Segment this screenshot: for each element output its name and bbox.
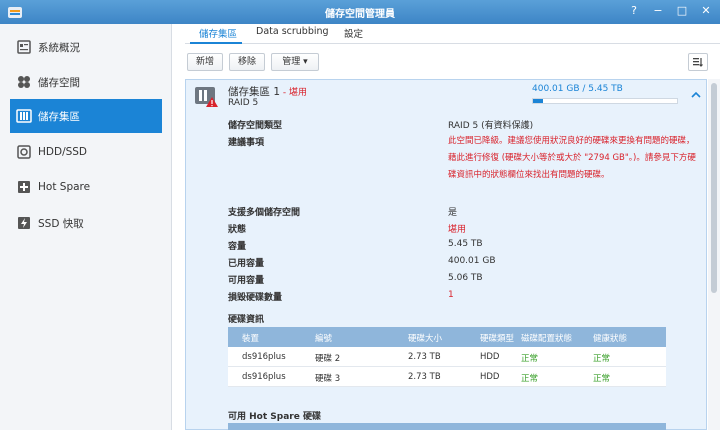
field-value-multi-volume: 是 xyxy=(448,208,458,218)
vertical-scrollbar[interactable] xyxy=(708,79,720,430)
cell-disk-type: HDD xyxy=(480,352,500,362)
column-header-disk-number[interactable]: 編號 xyxy=(315,332,332,344)
cell-disk-number: 硬碟 2 xyxy=(315,354,341,364)
storage-pool-warning-icon xyxy=(195,87,218,107)
ssd-cache-icon xyxy=(18,217,30,229)
column-header-device[interactable]: 裝置 xyxy=(242,332,259,344)
cell-device: ds916plus xyxy=(242,352,286,362)
create-button[interactable]: 新增 xyxy=(187,53,223,71)
field-label-crashed-disks: 損毀硬碟數量 xyxy=(228,293,283,303)
field-label-available-capacity: 可用容量 xyxy=(228,276,265,286)
cell-disk-size: 2.73 TB xyxy=(408,352,441,362)
storage-pool-status-separator: - xyxy=(280,88,290,98)
field-label-recommendation: 建議事項 xyxy=(228,138,265,148)
collapse-chevron-icon[interactable] xyxy=(691,90,701,100)
field-value-status: 堪用 xyxy=(448,225,467,235)
tab-data-scrubbing[interactable]: Data scrubbing xyxy=(256,26,329,37)
remove-button[interactable]: 移除 xyxy=(229,53,265,71)
cell-device: ds916plus xyxy=(242,372,286,382)
cell-disk-size: 2.73 TB xyxy=(408,372,441,382)
hot-spare-section-title: 可用 Hot Spare 硬碟 xyxy=(228,412,321,422)
field-label-volume-type: 儲存空間類型 xyxy=(228,121,283,131)
tab-settings[interactable]: 設定 xyxy=(344,26,363,40)
storage-pool-status: 堪用 xyxy=(289,88,308,98)
cell-allocation-status: 正常 xyxy=(521,354,539,364)
active-tab-indicator xyxy=(190,42,242,44)
column-header-disk-type[interactable]: 硬碟類型 xyxy=(480,332,514,344)
table-row[interactable]: ds916plus 硬碟 3 2.73 TB HDD 正常 正常 xyxy=(228,367,666,387)
maximize-button[interactable]: □ xyxy=(674,3,690,19)
window-title: 儲存空間管理員 xyxy=(325,9,395,20)
minimize-button[interactable]: − xyxy=(650,3,666,19)
field-label-multi-volume: 支援多個儲存空間 xyxy=(228,208,301,218)
hot-spare-icon xyxy=(18,181,30,193)
list-sort-icon xyxy=(693,58,703,67)
sidebar-item-label: 儲存空間 xyxy=(38,76,80,89)
field-value-used-capacity: 400.01 GB xyxy=(448,256,496,266)
cell-allocation-status: 正常 xyxy=(521,374,539,384)
storage-pool-name: 儲存集區 1 xyxy=(228,86,281,98)
manage-dropdown-button[interactable]: 管理 ▾ xyxy=(271,53,319,71)
tab-bar: 儲存集區 Data scrubbing 設定 xyxy=(185,24,720,44)
sidebar-item-hot-spare[interactable]: Hot Spare xyxy=(10,170,162,204)
tab-storage-pool[interactable]: 儲存集區 xyxy=(199,26,237,40)
overview-icon xyxy=(17,40,31,54)
storage-pool-title: 儲存集區 1 - 堪用 xyxy=(228,84,307,99)
sidebar-item-label: HDD/SSD xyxy=(38,146,88,158)
field-label-status: 狀態 xyxy=(228,225,247,235)
column-header-disk-size[interactable]: 硬碟大小 xyxy=(408,332,442,344)
volume-icon xyxy=(18,76,30,88)
sidebar-item-label: 儲存集區 xyxy=(38,110,80,123)
disk-info-title: 硬碟資訊 xyxy=(228,315,265,325)
storage-pool-raid-type: RAID 5 xyxy=(228,98,259,108)
cell-health-status: 正常 xyxy=(593,374,611,384)
column-header-allocation-status[interactable]: 磁碟配置狀態 xyxy=(521,332,572,344)
close-button[interactable]: ✕ xyxy=(698,3,714,19)
hdd-icon xyxy=(17,145,31,159)
sidebar-item-overview[interactable]: 系統概況 xyxy=(10,30,162,64)
field-value-crashed-disks: 1 xyxy=(448,290,454,300)
cell-disk-type: HDD xyxy=(480,372,500,382)
sidebar-item-storage-pool[interactable]: 儲存集區 xyxy=(10,99,162,133)
sidebar-item-label: 系統概況 xyxy=(38,41,80,54)
table-row[interactable]: ds916plus 硬碟 2 2.73 TB HDD 正常 正常 xyxy=(228,347,666,367)
sidebar-item-hdd-ssd[interactable]: HDD/SSD xyxy=(10,135,162,169)
help-button[interactable]: ? xyxy=(626,3,642,19)
field-value-volume-type: RAID 5 (有資料保護) xyxy=(448,121,534,131)
capacity-text: 400.01 GB / 5.45 TB xyxy=(532,84,623,94)
sidebar-item-volume[interactable]: 儲存空間 xyxy=(10,65,162,99)
column-header-health-status[interactable]: 健康狀態 xyxy=(593,332,627,344)
cell-disk-number: 硬碟 3 xyxy=(315,374,341,384)
field-label-used-capacity: 已用容量 xyxy=(228,259,265,269)
hot-spare-table-header xyxy=(228,423,666,430)
list-view-button[interactable] xyxy=(688,53,708,71)
storage-pool-icon xyxy=(16,109,32,123)
cell-health-status: 正常 xyxy=(593,354,611,364)
sidebar-item-label: Hot Spare xyxy=(38,181,91,193)
sidebar-item-ssd-cache[interactable]: SSD 快取 xyxy=(10,206,162,240)
sidebar: 系統概況 儲存空間 儲存集區 HDD/SSD Hot Spare SSD 快取 xyxy=(0,24,172,430)
field-value-capacity: 5.45 TB xyxy=(448,239,483,249)
capacity-bar-fill xyxy=(533,99,544,103)
degraded-warning-text: 此空間已降級。建議您使用狀況良好的硬碟來更換有問題的硬碟，藉此進行修復 (硬碟大… xyxy=(448,136,696,180)
title-bar: 儲存空間管理員 ? − □ ✕ xyxy=(0,0,720,24)
capacity-bar xyxy=(532,98,678,104)
field-label-capacity: 容量 xyxy=(228,242,247,252)
sidebar-item-label: SSD 快取 xyxy=(38,217,84,230)
field-value-available-capacity: 5.06 TB xyxy=(448,273,483,283)
scrollbar-thumb[interactable] xyxy=(711,83,717,293)
table-header: 裝置 編號 硬碟大小 硬碟類型 磁碟配置狀態 健康狀態 xyxy=(228,327,666,347)
